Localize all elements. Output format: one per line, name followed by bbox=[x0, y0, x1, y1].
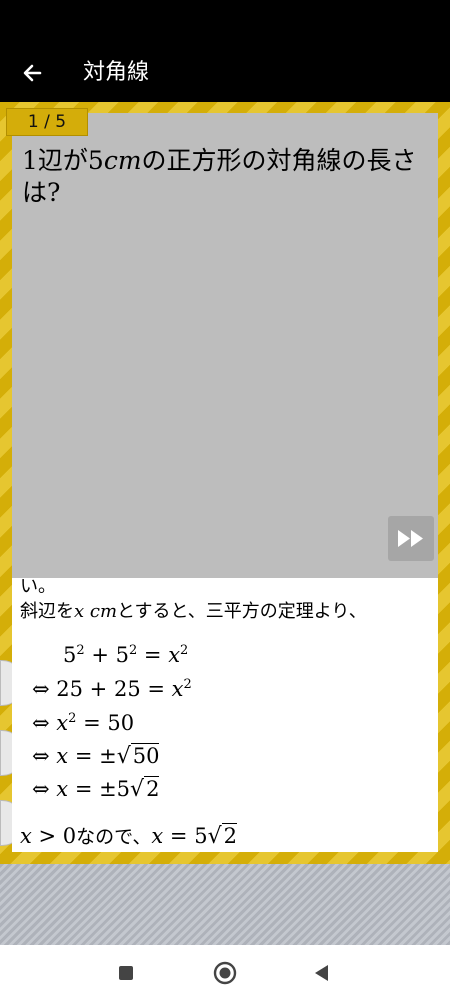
eq2-text: 25 + 25 = bbox=[49, 677, 172, 701]
equation-1: 52 + 52 = x2 bbox=[63, 643, 188, 667]
iff-symbol: ⇔ bbox=[32, 777, 50, 801]
conclusion-eq: = 5 bbox=[163, 824, 208, 848]
eq4-x: x bbox=[56, 744, 69, 768]
iff-symbol: ⇔ bbox=[32, 677, 50, 701]
eq4-mid: = ± bbox=[68, 744, 117, 768]
explanation-panel: い。 斜辺をx cmとすると、三平方の定理より、 52 + 52 = x2 ⇔ … bbox=[12, 578, 438, 852]
exp: 2 bbox=[76, 643, 85, 658]
question-part1: 1辺が bbox=[22, 146, 88, 175]
fast-forward-icon bbox=[398, 530, 423, 547]
square-icon[interactable] bbox=[111, 958, 141, 988]
explanation-intro: 斜辺をx cmとすると、三平方の定理より、 bbox=[20, 597, 367, 623]
eq5-x: x bbox=[56, 777, 69, 801]
arrow-left-icon[interactable] bbox=[18, 58, 48, 88]
eq2-x: x bbox=[171, 677, 184, 701]
eq5-mid: = ±5 bbox=[68, 777, 131, 801]
eq4-radicand: 50 bbox=[130, 743, 160, 768]
question-text: 1辺が5cmの正方形の対角線の長さは? bbox=[22, 145, 432, 209]
conclusion-gt: > 0 bbox=[31, 824, 77, 848]
eq1-x: x bbox=[168, 643, 181, 667]
page-title: 対角線 bbox=[83, 60, 150, 85]
triangle-back-icon[interactable] bbox=[307, 958, 337, 988]
system-nav-bar bbox=[0, 945, 450, 999]
conclusion-x1: x bbox=[20, 824, 32, 848]
question-counter-badge: 1 / 5 bbox=[6, 108, 88, 136]
exp: 2 bbox=[180, 643, 189, 658]
eq1-lhs: 5 bbox=[63, 643, 77, 667]
status-bar bbox=[0, 0, 450, 44]
conclusion-radicand: 2 bbox=[221, 823, 237, 848]
eq5-radicand: 2 bbox=[144, 776, 160, 801]
intro-var: x cm bbox=[74, 601, 118, 622]
eq1-rhs: = bbox=[137, 643, 169, 667]
bottom-hatched-area bbox=[0, 864, 450, 945]
question-number: 5 bbox=[87, 146, 104, 175]
circle-home-icon[interactable] bbox=[210, 958, 240, 988]
app-bar: 対角線 bbox=[0, 44, 450, 102]
explanation-partial-line: い。 bbox=[20, 578, 56, 597]
sqrt-icon: √ bbox=[207, 824, 222, 849]
iff-symbol: ⇔ bbox=[32, 711, 50, 735]
equation-3: ⇔ x2 = 50 bbox=[32, 711, 134, 735]
skip-button[interactable] bbox=[388, 516, 434, 561]
intro-b: とすると、三平方の定理より、 bbox=[117, 601, 367, 622]
sqrt-icon: √ bbox=[116, 744, 131, 769]
equation-2: ⇔ 25 + 25 = x2 bbox=[32, 677, 192, 701]
conclusion-text: なので、 bbox=[76, 826, 152, 848]
eq3-x: x bbox=[56, 711, 69, 735]
intro-a: 斜辺を bbox=[20, 601, 74, 622]
eq1-mid: + 5 bbox=[84, 643, 129, 667]
iff-symbol: ⇔ bbox=[32, 744, 50, 768]
eq3-rhs: = 50 bbox=[76, 711, 135, 735]
question-unit: cm bbox=[103, 146, 142, 175]
sqrt-icon: √ bbox=[130, 777, 145, 802]
exp: 2 bbox=[183, 677, 192, 692]
equation-5: ⇔ x = ±5√2 bbox=[32, 776, 160, 802]
conclusion-line: x > 0なので、x = 5√2 bbox=[20, 822, 237, 849]
conclusion-x2: x bbox=[151, 824, 164, 848]
equation-4: ⇔ x = ±√50 bbox=[32, 743, 160, 769]
exp: 2 bbox=[128, 643, 138, 658]
